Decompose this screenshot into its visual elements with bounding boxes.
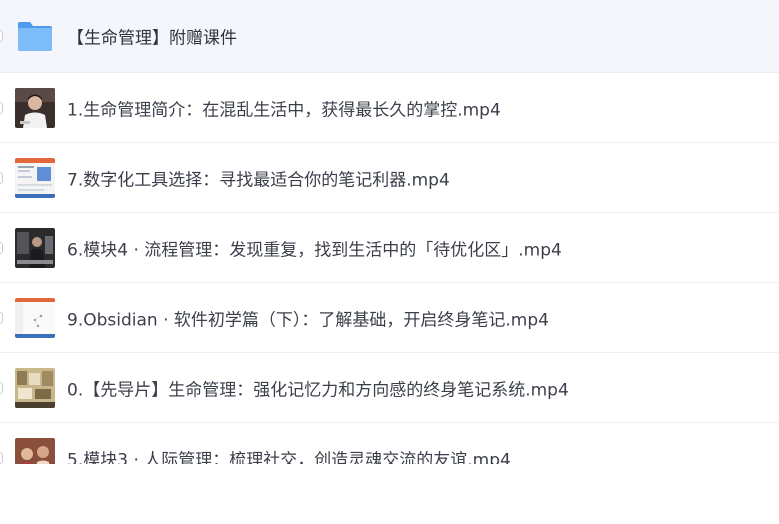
file-row-video[interactable]: 6.模块4 · 流程管理：发现重复，找到生活中的「待优化区」.mp4 <box>0 213 779 283</box>
file-name[interactable]: 7.数字化工具选择：寻找最适合你的笔记利器.mp4 <box>67 165 450 190</box>
video-thumbnail-icon <box>15 367 55 408</box>
file-row-video[interactable]: 7.数字化工具选择：寻找最适合你的笔记利器.mp4 <box>0 143 779 213</box>
row-checkbox[interactable] <box>0 171 3 184</box>
video-thumbnail-icon <box>15 227 55 268</box>
file-name[interactable]: 5.模块3 · 人际管理：梳理社交，创造灵魂交流的友谊.mp4 <box>67 445 511 464</box>
row-checkbox[interactable] <box>0 311 3 324</box>
file-row-video[interactable]: 1.生命管理简介：在混乱生活中，获得最长久的掌控.mp4 <box>0 73 779 143</box>
folder-icon <box>18 22 52 51</box>
empty-area <box>0 464 779 524</box>
file-name[interactable]: 6.模块4 · 流程管理：发现重复，找到生活中的「待优化区」.mp4 <box>67 235 562 260</box>
video-thumbnail-icon <box>15 437 55 464</box>
row-checkbox[interactable] <box>0 101 3 114</box>
file-row-folder[interactable]: 【生命管理】附赠课件 <box>0 0 779 73</box>
file-row-video[interactable]: 5.模块3 · 人际管理：梳理社交，创造灵魂交流的友谊.mp4 <box>0 423 779 464</box>
row-checkbox[interactable] <box>0 381 3 394</box>
file-list: 【生命管理】附赠课件 1.生命管理简介：在混乱生活中，获得最长久的掌控.mp4 … <box>0 0 779 464</box>
video-thumbnail-icon <box>15 87 55 128</box>
row-checkbox[interactable] <box>0 30 3 42</box>
video-thumbnail-icon <box>15 297 55 338</box>
file-name[interactable]: 0.【先导片】生命管理：强化记忆力和方向感的终身笔记系统.mp4 <box>67 375 569 400</box>
video-thumbnail-icon <box>15 157 55 198</box>
file-name[interactable]: 【生命管理】附赠课件 <box>67 24 237 49</box>
row-checkbox[interactable] <box>0 451 3 464</box>
row-checkbox[interactable] <box>0 241 3 254</box>
file-row-video[interactable]: 9.Obsidian · 软件初学篇（下）：了解基础，开启终身笔记.mp4 <box>0 283 779 353</box>
file-name[interactable]: 9.Obsidian · 软件初学篇（下）：了解基础，开启终身笔记.mp4 <box>67 305 549 330</box>
file-name[interactable]: 1.生命管理简介：在混乱生活中，获得最长久的掌控.mp4 <box>67 95 501 120</box>
file-row-video[interactable]: 0.【先导片】生命管理：强化记忆力和方向感的终身笔记系统.mp4 <box>0 353 779 423</box>
